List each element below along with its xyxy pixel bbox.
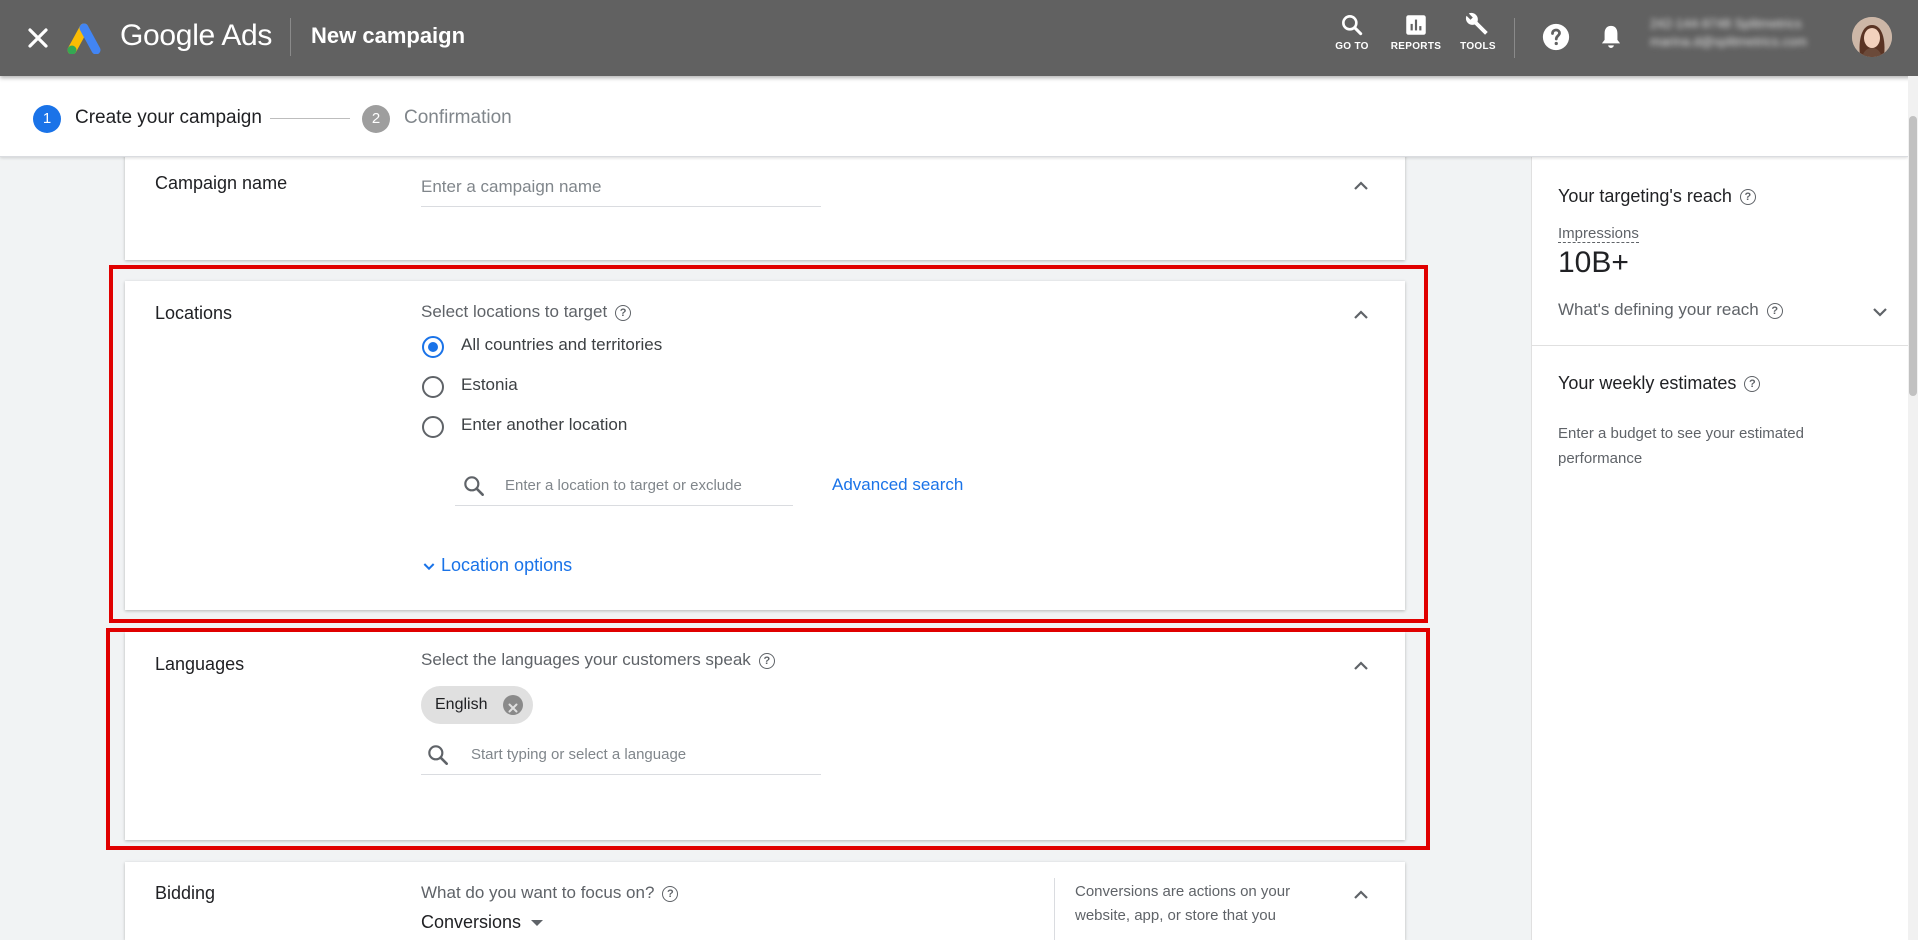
page-title: New campaign [311,23,466,48]
search-icon [464,476,484,496]
help-icon[interactable]: ? [615,304,632,321]
chevron-down-icon[interactable] [1868,300,1892,324]
scrollbar-thumb[interactable] [1909,116,1917,396]
location-options-label: Location options [441,555,573,575]
help-icon[interactable]: ? [1739,189,1756,206]
bidding-focus-dropdown[interactable]: Conversions [421,912,544,933]
help-icon[interactable]: ? [758,652,775,669]
defining-reach-text: What's defining your reach [1558,300,1759,319]
weekly-title: Your weekly estimates? [1558,373,1761,394]
tools-label: TOOLS [1460,41,1496,52]
defining-reach[interactable]: What's defining your reach? [1558,300,1783,320]
step-1-number: 1 [33,105,61,133]
bidding-divider [1054,878,1055,940]
close-icon[interactable] [22,22,54,54]
advanced-search-link[interactable]: Advanced search [832,475,963,495]
step-connector [270,118,350,119]
step-2-label: Confirmation [404,107,512,128]
locations-subtitle: Select locations to target? [421,302,632,322]
radio-estonia-label[interactable]: Estonia [461,375,518,395]
languages-subtitle: Select the languages your customers spea… [421,650,775,670]
languages-subtitle-text: Select the languages your customers spea… [421,650,751,669]
bidding-focus-value: Conversions [421,912,522,932]
campaign-name-card: Campaign name Enter a campaign name [125,150,1405,260]
location-search-placeholder: Enter a location to target or exclude [505,477,742,494]
tools-button[interactable]: TOOLS [1448,12,1508,52]
help-icon[interactable]: ? [1744,376,1761,393]
radio-all-countries[interactable] [422,336,444,358]
locations-card: Locations Select locations to target? Al… [125,281,1405,610]
campaign-name-placeholder: Enter a campaign name [421,177,602,196]
reports-button[interactable]: REPORTS [1386,12,1446,52]
impressions-value: 10B+ [1558,246,1629,279]
google-ads-logo [67,23,101,54]
radio-another-location[interactable] [422,416,444,438]
campaign-name-title: Campaign name [155,173,288,193]
reach-title: Your targeting's reach? [1558,186,1756,207]
weekly-text: Enter a budget to see your estimated per… [1558,425,1804,467]
help-icon[interactable]: ? [1766,302,1783,319]
account-id: 242-144-9748 Splitmetrics [1650,16,1802,31]
reports-icon [1406,15,1426,35]
help-icon[interactable]: ? [662,885,679,902]
location-search-input[interactable]: Enter a location to target or exclude [455,467,793,506]
help-icon[interactable] [1541,22,1571,52]
step-2-number: 2 [362,105,390,133]
user-photo [1852,17,1892,57]
search-icon [428,745,448,765]
goto-button[interactable]: GO TO [1322,12,1382,52]
language-chip-english: English [421,686,534,724]
impressions-label[interactable]: Impressions [1558,225,1639,243]
campaign-name-input[interactable]: Enter a campaign name [421,174,821,207]
account-info[interactable]: 242-144-9748 Splitmetrics marina.d@split… [1650,16,1832,49]
language-search-placeholder: Start typing or select a language [471,746,687,763]
dropdown-arrow-icon [531,920,544,927]
locations-title: Locations [155,303,233,323]
bidding-subtitle-text: What do you want to focus on? [421,883,655,902]
bidding-title: Bidding [155,883,216,903]
radio-another-location-label[interactable]: Enter another location [461,415,627,435]
chevron-up-icon[interactable] [1349,174,1373,198]
brand-name: Google Ads [120,19,273,52]
chevron-down-icon [423,563,435,571]
bidding-help-text: Conversions are actions on your website,… [1075,883,1291,924]
chevron-up-icon[interactable] [1349,654,1373,678]
reach-panel: Your targeting's reach? Impressions 10B+… [1531,156,1909,940]
bidding-subtitle: What do you want to focus on?? [421,883,679,903]
weekly-title-text: Your weekly estimates [1558,373,1737,393]
locations-subtitle-text: Select locations to target [421,302,608,321]
page-scrollbar[interactable] [1908,76,1918,940]
location-options-toggle[interactable]: Location options [421,555,572,576]
step-1-label[interactable]: Create your campaign [75,107,262,129]
chevron-up-icon[interactable] [1349,883,1373,907]
radio-all-countries-label[interactable]: All countries and territories [461,335,662,355]
languages-title: Languages [155,654,245,674]
goto-label: GO TO [1335,41,1369,52]
chevron-up-icon[interactable] [1349,303,1373,327]
stepper: 1 Create your campaign 2 Confirmation [0,76,1908,157]
reach-title-text: Your targeting's reach [1558,186,1732,206]
language-search-input[interactable]: Start typing or select a language [421,736,821,775]
language-chip-label: English [435,696,488,713]
search-icon [1342,15,1363,36]
bidding-card: Bidding What do you want to focus on?? C… [125,862,1405,940]
app-bar: Google Ads New campaign GO TO REPORTS TO… [0,0,1918,76]
header-divider-right [1514,18,1515,58]
languages-card: Languages Select the languages your cust… [125,632,1405,840]
reports-label: REPORTS [1390,41,1442,52]
wrench-icon [1465,12,1488,35]
notifications-icon[interactable] [1597,22,1625,52]
radio-estonia[interactable] [422,376,444,398]
account-email: marina.d@splitmetrics.com [1650,34,1807,49]
remove-chip-icon[interactable] [503,695,524,715]
header-divider [290,18,291,56]
panel-separator [1532,345,1909,346]
avatar[interactable] [1852,17,1892,57]
